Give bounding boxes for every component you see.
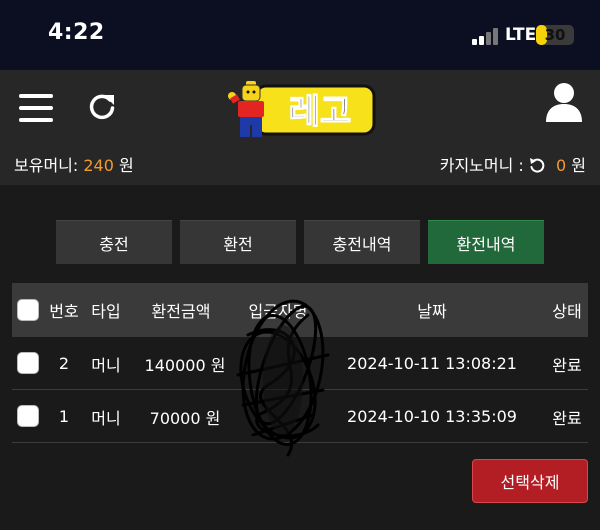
battery-icon: 30 [536,25,574,45]
casino-balance-unit: 원 [571,156,586,175]
table-header: 번호 타입 환전금액 입금자명 날짜 상태 [12,283,588,337]
balance-display: 보유머니: 240 원 [14,152,134,176]
row-no: 1 [58,407,70,426]
delete-selected-button[interactable]: 선택삭제 [472,459,588,503]
row-checkbox[interactable] [17,405,39,427]
balance-label: 보유머니: [14,156,79,175]
row-checkbox[interactable] [17,352,39,374]
battery-level: 30 [544,26,566,44]
balance-value: 240 [83,156,114,175]
user-profile-icon[interactable] [546,82,582,122]
casino-refresh-icon[interactable] [529,157,545,173]
status-bar: 4:22 LTE 30 [0,0,600,70]
header-status: 상태 [552,302,582,321]
row-amount: 140000 원 [144,355,226,375]
balance-unit: 원 [119,156,134,175]
row-type: 머니 [91,408,121,428]
select-all-checkbox[interactable] [17,299,39,321]
signal-icon [472,27,502,45]
casino-balance-display: 카지노머니 : 0 원 [440,152,586,176]
tab-withdraw[interactable]: 환전 [180,220,296,264]
tab-withdraw-history[interactable]: 환전내역 [428,220,544,264]
row-status: 완료 [552,355,582,375]
header-no: 번호 [49,302,79,321]
network-type: LTE [505,25,537,45]
casino-balance-value: 0 [555,156,567,175]
row-status: 완료 [552,408,582,428]
casino-balance-label: 카지노머니 : [439,156,524,175]
row-date: 2024-10-11 13:08:21 [347,354,517,373]
table-row[interactable]: 1 머니 70000 원 2024-10-10 13:35:09 완료 [12,390,588,443]
header-type: 타입 [91,302,121,321]
row-type: 머니 [91,355,121,375]
row-date: 2024-10-10 13:35:09 [347,407,517,426]
table-row[interactable]: 2 머니 140000 원 2024-10-11 13:08:21 완료 [12,337,588,390]
row-amount: 70000 원 [149,408,221,428]
header-date: 날짜 [417,302,447,321]
row-depositor [238,337,318,390]
status-time: 4:22 [48,20,105,45]
tab-deposit[interactable]: 충전 [56,220,172,264]
header-amount: 환전금액 [151,302,211,321]
refresh-icon[interactable] [86,91,118,123]
header-depositor: 입금자명 [248,302,308,321]
row-no: 2 [58,354,70,373]
hamburger-menu-icon[interactable] [19,94,53,122]
tab-deposit-history[interactable]: 충전내역 [304,220,420,264]
logo-text: 레고 [289,92,352,132]
row-depositor [238,390,318,443]
brand-logo[interactable]: 레고 [226,78,376,140]
